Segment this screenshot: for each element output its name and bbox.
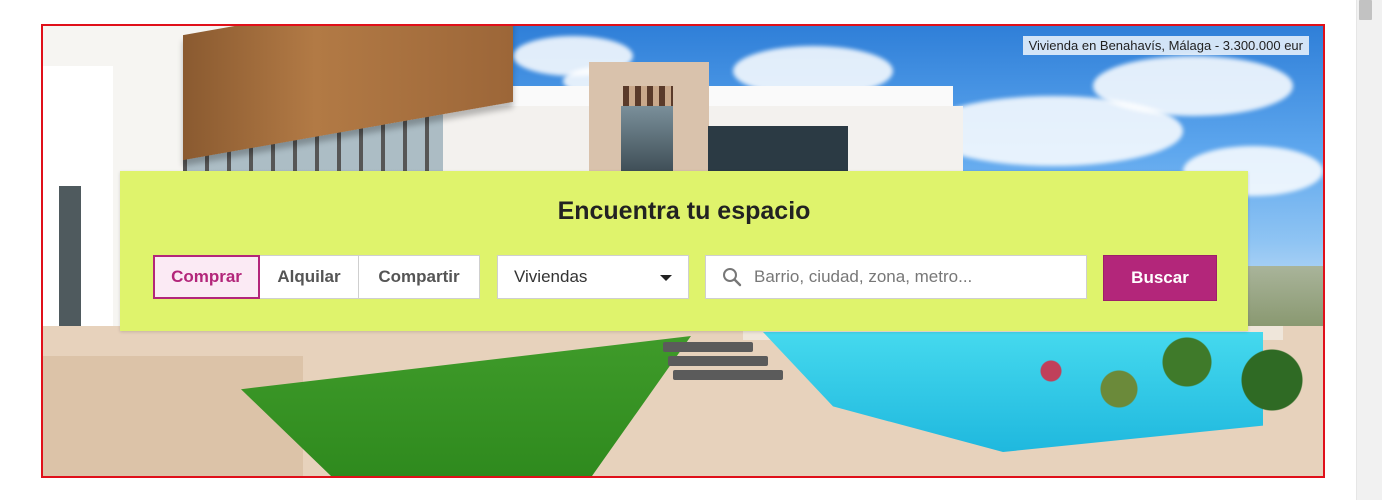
sun-lounger xyxy=(673,370,783,380)
sun-lounger xyxy=(663,342,753,352)
terrace-paving xyxy=(43,356,303,476)
cloud xyxy=(1093,56,1293,116)
tab-comprar[interactable]: Comprar xyxy=(153,255,260,299)
scrollbar-thumb[interactable] xyxy=(1359,0,1372,20)
search-panel: Encuentra tu espacio Comprar Alquilar Co… xyxy=(120,171,1248,331)
tab-alquilar[interactable]: Alquilar xyxy=(260,255,359,299)
search-icon xyxy=(723,268,742,287)
hero-banner: Vivienda en Benahavís, Málaga - 3.300.00… xyxy=(41,24,1325,478)
location-search-input[interactable] xyxy=(752,266,1056,288)
search-panel-title: Encuentra tu espacio xyxy=(557,197,811,225)
operation-tabs: Comprar Alquilar Compartir xyxy=(153,255,480,299)
listing-caption[interactable]: Vivienda en Benahavís, Málaga - 3.300.00… xyxy=(1022,36,1309,55)
search-button[interactable]: Buscar xyxy=(1103,255,1217,301)
tab-compartir[interactable]: Compartir xyxy=(359,255,480,299)
chevron-down-icon xyxy=(660,275,672,281)
property-type-select[interactable]: Viviendas xyxy=(497,255,689,299)
property-type-value: Viviendas xyxy=(514,267,588,286)
page-scrollbar[interactable] xyxy=(1356,0,1382,500)
garden-bushes xyxy=(983,326,1323,416)
house-window xyxy=(621,106,673,176)
sun-lounger xyxy=(668,356,768,366)
location-search-field[interactable] xyxy=(705,255,1087,299)
page: Vivienda en Benahavís, Málaga - 3.300.00… xyxy=(0,0,1382,500)
